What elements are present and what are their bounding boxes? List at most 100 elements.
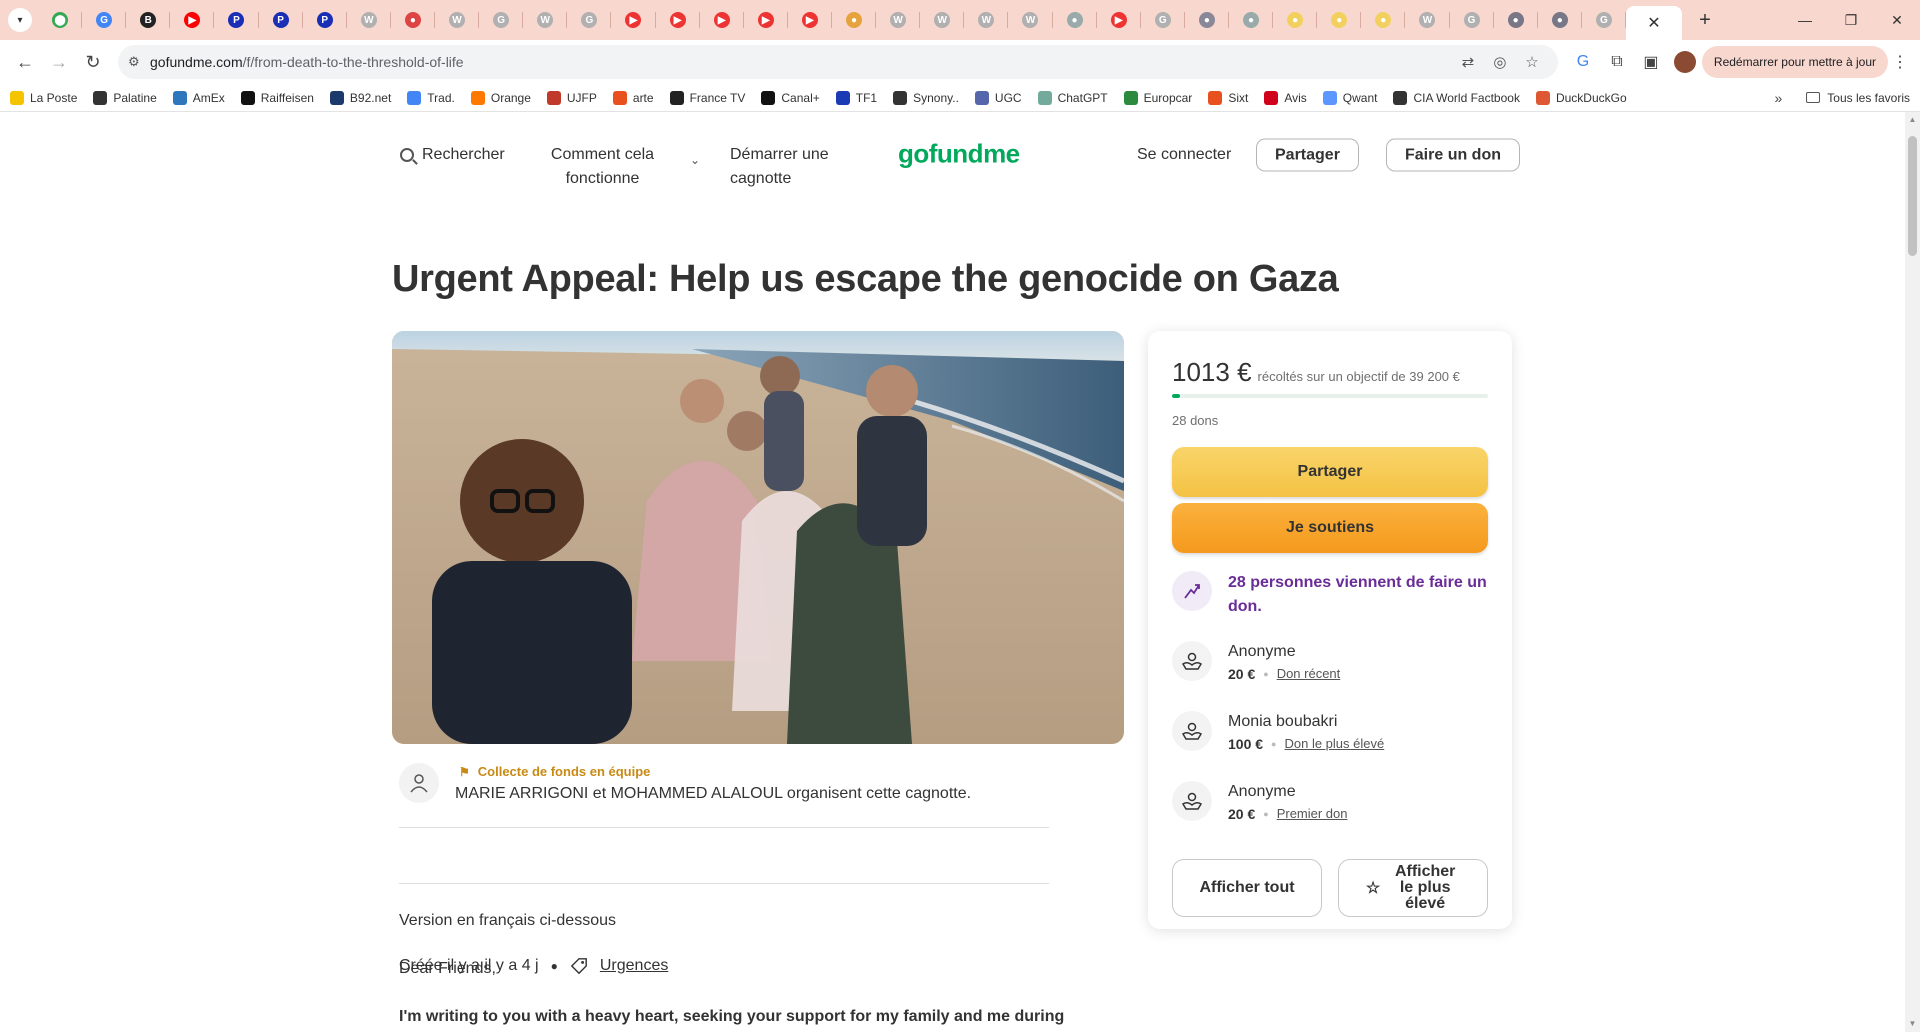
pinned-tab[interactable]: W (435, 0, 480, 40)
donation-label-link[interactable]: Don récent (1277, 663, 1341, 685)
restart-update-button[interactable]: Redémarrer pour mettre à jour (1701, 46, 1888, 78)
pinned-tab[interactable]: W (347, 0, 391, 40)
bookmark-item[interactable]: AmEx (172, 90, 225, 105)
bookmark-item[interactable]: Palatine (93, 90, 157, 105)
bookmark-item[interactable]: Raiffeisen (240, 90, 314, 105)
bookmark-item[interactable]: UJFP (546, 90, 597, 105)
gofundme-logo[interactable]: gofundme (898, 139, 1020, 170)
bookmark-item[interactable]: Qwant (1322, 90, 1377, 105)
scroll-up-icon[interactable]: ▲ (1908, 115, 1917, 125)
address-bar[interactable]: ⚙ gofundme.com/f/from-death-to-the-thres… (118, 45, 1558, 79)
bookmark-item[interactable]: TF1 (835, 90, 877, 105)
close-window-icon[interactable]: ✕ (1874, 0, 1920, 40)
donate-now-button[interactable]: Je soutiens (1172, 503, 1488, 553)
pinned-tab[interactable]: G (479, 0, 524, 40)
translate-icon[interactable]: ⇄ (1452, 53, 1484, 71)
category-link[interactable]: Urgences (600, 957, 668, 975)
pinned-tab[interactable]: B (126, 0, 171, 40)
bookmark-item[interactable]: Trad. (407, 90, 455, 105)
pinned-tab[interactable]: G (1582, 0, 1626, 40)
scroll-down-icon[interactable]: ▼ (1908, 1019, 1917, 1029)
start-fundraiser-link[interactable]: Démarrer une cagnotte (730, 143, 840, 191)
donation-label-link[interactable]: Premier don (1277, 803, 1348, 825)
bookmark-item[interactable]: La Poste (10, 90, 77, 105)
url-text[interactable]: gofundme.com/f/from-death-to-the-thresho… (150, 54, 1452, 70)
pinned-tab[interactable]: P (303, 0, 347, 40)
minimize-icon[interactable]: — (1782, 0, 1828, 40)
all-bookmarks-button[interactable]: Tous les favoris (1806, 91, 1910, 105)
pinned-tab[interactable]: P (214, 0, 259, 40)
pinned-tab[interactable]: ▶ (170, 0, 215, 40)
restore-icon[interactable]: ❐ (1828, 0, 1874, 40)
pinned-tab[interactable]: ● (1273, 0, 1318, 40)
pinned-tab[interactable]: ● (1053, 0, 1097, 40)
scrollbar-thumb[interactable] (1908, 136, 1917, 256)
see-all-button[interactable]: Afficher tout (1172, 859, 1322, 917)
page-scrollbar[interactable]: ▲ ▼ (1905, 112, 1920, 1032)
active-tab[interactable]: ✕ (1626, 6, 1682, 40)
pinned-tab[interactable]: ▶ (656, 0, 700, 40)
bookmark-item[interactable]: ChatGPT (1037, 90, 1108, 105)
pinned-tab[interactable]: ● (832, 0, 877, 40)
share-button[interactable]: Partager (1172, 447, 1488, 497)
back-icon[interactable]: ← (8, 45, 42, 79)
reload-icon[interactable]: ↻ (76, 45, 110, 79)
pinned-tab[interactable]: W (920, 0, 965, 40)
new-tab-button[interactable]: + (1688, 3, 1722, 37)
pinned-tab[interactable]: W (964, 0, 1009, 40)
side-panel-icon[interactable]: ▣ (1634, 45, 1668, 79)
pinned-tab[interactable]: W (1405, 0, 1450, 40)
bookmark-item[interactable]: Sixt (1208, 90, 1248, 105)
pinned-tab[interactable]: ● (391, 0, 436, 40)
pinned-tab[interactable]: ▶ (1097, 0, 1141, 40)
pinned-tab[interactable]: ⬤ (38, 0, 83, 40)
pinned-tab[interactable]: ● (1361, 0, 1406, 40)
pinned-tab[interactable]: G (567, 0, 612, 40)
close-tab-icon[interactable]: ✕ (1647, 13, 1660, 33)
pinned-tab[interactable]: ● (1185, 0, 1230, 40)
chevron-down-icon[interactable]: ⌄ (690, 148, 700, 172)
header-share-button[interactable]: Partager (1256, 138, 1359, 172)
campaign-photo[interactable] (392, 331, 1124, 744)
pinned-tab[interactable]: ▶ (700, 0, 744, 40)
eye-off-icon[interactable]: ◎ (1484, 53, 1516, 71)
pinned-tab[interactable]: ● (1538, 0, 1582, 40)
pinned-tab[interactable]: G (1450, 0, 1494, 40)
pinned-tab[interactable]: ▶ (788, 0, 833, 40)
pinned-tab[interactable]: ● (1494, 0, 1538, 40)
header-donate-button[interactable]: Faire un don (1386, 138, 1520, 172)
bookmark-item[interactable]: B92.net (329, 90, 391, 105)
site-info-icon[interactable]: ⚙ (128, 54, 150, 70)
bookmark-item[interactable]: Synony.. (893, 90, 959, 105)
profile-avatar[interactable] (1673, 51, 1696, 73)
bookmarks-overflow-button[interactable]: » (1775, 90, 1783, 106)
translate-extension-icon[interactable]: G (1566, 45, 1600, 79)
browser-menu-icon[interactable]: ⋮ (1888, 52, 1912, 72)
bookmark-item[interactable]: arte (612, 90, 654, 105)
bookmark-star-icon[interactable]: ☆ (1516, 53, 1548, 71)
pinned-tab[interactable]: ● (1229, 0, 1274, 40)
pinned-tab[interactable]: W (876, 0, 921, 40)
pinned-tab[interactable]: ▶ (611, 0, 656, 40)
header-search-button[interactable]: Rechercher (400, 143, 505, 167)
bookmark-item[interactable]: UGC (974, 90, 1022, 105)
pinned-tab[interactable]: W (1008, 0, 1053, 40)
pinned-tab[interactable]: G (82, 0, 127, 40)
bookmark-item[interactable]: Orange (470, 90, 531, 105)
pinned-tab[interactable]: ● (1317, 0, 1362, 40)
bookmark-item[interactable]: Canal+ (761, 90, 820, 105)
pinned-tab[interactable]: W (523, 0, 568, 40)
sign-in-link[interactable]: Se connecter (1137, 143, 1231, 167)
pinned-tab[interactable]: ▶ (744, 0, 788, 40)
bookmark-item[interactable]: DuckDuckGo (1535, 90, 1627, 105)
pinned-tab[interactable]: G (1141, 0, 1185, 40)
how-it-works-menu[interactable]: Comment cela fonctionne (545, 143, 660, 191)
forward-icon[interactable]: → (42, 45, 76, 79)
tab-search-button[interactable]: ▾ (8, 8, 32, 32)
bookmark-item[interactable]: Europcar (1123, 90, 1192, 105)
see-top-button[interactable]: ☆ Afficher le plus élevé (1338, 859, 1488, 917)
donation-label-link[interactable]: Don le plus élevé (1284, 733, 1384, 755)
bookmark-item[interactable]: France TV (669, 90, 745, 105)
pinned-tab[interactable]: P (259, 0, 303, 40)
bookmark-item[interactable]: Avis (1264, 90, 1307, 105)
